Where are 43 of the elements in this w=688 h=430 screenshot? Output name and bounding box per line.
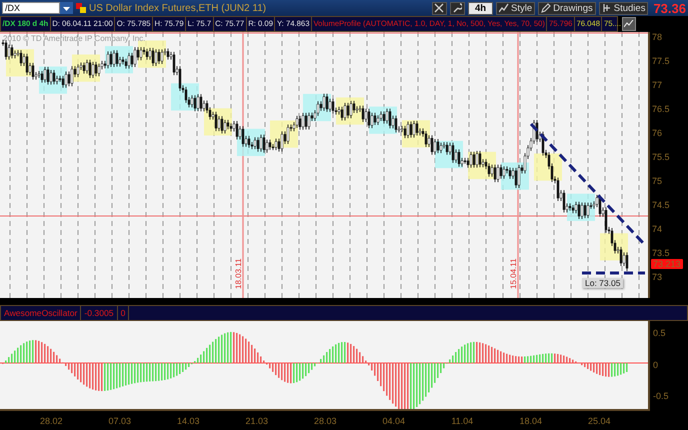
oscillator-axis-label: 0 bbox=[653, 360, 660, 370]
date-axis-label: 28.02 bbox=[38, 416, 64, 426]
price-axis-label: 73 bbox=[652, 272, 664, 282]
date-marker-label: 15.04.11 bbox=[509, 258, 518, 289]
study-value: 0 bbox=[118, 306, 130, 320]
low-price-label: Lo: 73.05 bbox=[582, 278, 624, 288]
date-axis-label: 14.03 bbox=[176, 416, 201, 426]
date-axis-label: 18.04 bbox=[518, 416, 544, 426]
instrument-title: US Dollar Index Futures,ETH (JUN2 11) bbox=[89, 2, 266, 14]
price-axis-label: 75 bbox=[652, 176, 664, 186]
line-chart-icon bbox=[499, 3, 510, 13]
symbol-field[interactable]: /DX bbox=[2, 2, 60, 14]
price-axis-label: 76 bbox=[652, 128, 664, 138]
drawings-button[interactable]: Drawings bbox=[538, 2, 596, 14]
current-price-tag: 73.213 bbox=[651, 259, 683, 269]
date-axis-label: 07.03 bbox=[107, 416, 132, 426]
date-axis-label: 04.04 bbox=[381, 416, 406, 426]
price-axis-label: 77.5 bbox=[652, 56, 671, 66]
period-button[interactable]: 4h bbox=[468, 2, 494, 14]
crosshair-icon[interactable] bbox=[432, 2, 447, 14]
studies-button[interactable]: Studies bbox=[598, 2, 648, 14]
price-axis-label: 78 bbox=[652, 32, 664, 42]
date-axis-label: 28.03 bbox=[312, 416, 338, 426]
price-axis-label: 74 bbox=[652, 224, 664, 234]
oscillator-axis-label: -0.5 bbox=[653, 391, 670, 401]
oscillator-axis-label: 0.5 bbox=[653, 328, 667, 338]
date-marker-label: 18.03.11 bbox=[234, 258, 243, 289]
price-axis-label: 75.5 bbox=[652, 152, 671, 162]
last-price: 73.36 bbox=[653, 0, 686, 16]
study-name: AwesomeOscillator bbox=[1, 306, 82, 320]
pencil-icon bbox=[541, 3, 552, 13]
price-axis-label: 74.5 bbox=[652, 200, 671, 210]
support-line bbox=[582, 272, 645, 274]
price-axis-label: 77 bbox=[652, 80, 664, 90]
price-axis-label: 76.5 bbox=[652, 104, 671, 114]
study-value: -0.3005 bbox=[81, 306, 118, 320]
date-axis-label: 25.04 bbox=[586, 416, 612, 426]
chart-settings-icon[interactable] bbox=[622, 17, 636, 31]
color-squares-icon bbox=[76, 3, 86, 13]
date-axis-label: 11.04 bbox=[450, 416, 474, 426]
style-button[interactable]: Style bbox=[496, 2, 536, 14]
date-axis-label: 21.03 bbox=[244, 416, 270, 426]
price-axis-label: 73.5 bbox=[652, 248, 671, 258]
